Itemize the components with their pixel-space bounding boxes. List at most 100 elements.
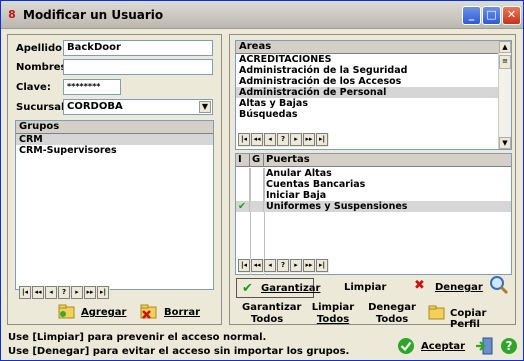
svg-text:?: ? xyxy=(506,339,513,353)
clave-input[interactable]: ******** xyxy=(63,79,121,95)
folder-icon[interactable] xyxy=(428,304,446,320)
sucursal-label: Sucursal: xyxy=(16,102,69,113)
areas-scrollbar[interactable]: ▲ ≡ ▼ xyxy=(498,41,511,149)
nav-next-button[interactable]: ▸ xyxy=(290,259,302,272)
nav-next-button[interactable]: ▸ xyxy=(71,286,83,299)
garantizar-label: Garantizar xyxy=(261,283,321,294)
table-row[interactable]: Iniciar Baja xyxy=(236,190,511,201)
deny-x-icon[interactable]: ✖ xyxy=(414,278,425,293)
denegar-todos-button[interactable]: Denegar Todos xyxy=(367,302,417,326)
exit-door-icon[interactable] xyxy=(474,336,494,356)
scroll-up-icon[interactable]: ▲ xyxy=(499,41,511,53)
help-text-limpiar: Use [Limpiar] para prevenir el acceso no… xyxy=(8,332,267,343)
nav-help-button[interactable]: ? xyxy=(58,286,70,299)
search-icon[interactable] xyxy=(489,275,509,295)
left-panel: Apellido: BackDoor Nombres: Clave: *****… xyxy=(7,34,222,325)
aceptar-button[interactable]: Aceptar xyxy=(421,341,465,352)
puertas-grid[interactable]: I G Puertas Anular Altas Cuentas Bancaria… xyxy=(235,153,512,275)
garantizar-button[interactable]: ✔ Garantizar xyxy=(236,278,320,298)
puerta-name: Iniciar Baja xyxy=(266,190,327,201)
copiar-perfil-button[interactable]: Copiar Perfil xyxy=(450,308,515,330)
puerta-name: Cuentas Bancarias xyxy=(266,179,366,190)
nav-next-page-button[interactable]: ▸▸ xyxy=(84,286,96,299)
help-icon[interactable]: ? xyxy=(500,337,518,355)
table-row[interactable]: Cuentas Bancarias xyxy=(236,179,511,190)
scroll-thumb[interactable]: ≡ xyxy=(499,55,511,69)
nav-next-button[interactable]: ▸ xyxy=(290,133,302,146)
group-cell xyxy=(250,190,264,201)
nav-help-button[interactable]: ? xyxy=(277,259,289,272)
denegar-button[interactable]: Denegar xyxy=(435,282,483,293)
areas-header: Areas xyxy=(236,41,498,54)
nav-last-button[interactable]: ▸| xyxy=(316,133,328,146)
scroll-down-icon[interactable]: ▼ xyxy=(499,137,511,149)
grant-cell[interactable] xyxy=(236,190,250,201)
nombres-input[interactable] xyxy=(63,59,213,75)
apellido-input[interactable]: BackDoor xyxy=(63,40,213,56)
maximize-button[interactable]: □ xyxy=(482,6,501,25)
nav-prev-page-button[interactable]: ◂◂ xyxy=(32,286,44,299)
nav-prev-button[interactable]: ◂ xyxy=(264,133,276,146)
apellido-label: Apellido: xyxy=(16,43,66,54)
col-puertas-header: Puertas xyxy=(266,154,310,165)
puerta-name: Anular Altas xyxy=(266,168,332,179)
nav-first-button[interactable]: |◂ xyxy=(19,286,31,299)
help-text-denegar: Use [Denegar] para evitar el acceso sin … xyxy=(8,346,350,357)
table-row[interactable]: Anular Altas xyxy=(236,168,511,179)
list-item[interactable]: Altas y Bajas xyxy=(236,98,511,109)
group-cell xyxy=(250,201,264,212)
nav-help-button[interactable]: ? xyxy=(277,133,289,146)
sucursal-select[interactable]: CORDOBA ▼ xyxy=(63,99,213,115)
close-button[interactable]: ✕ xyxy=(502,6,521,25)
minimize-button[interactable]: _ xyxy=(462,6,481,25)
nav-last-button[interactable]: ▸| xyxy=(316,259,328,272)
list-item[interactable]: Administración de los Accesos xyxy=(236,76,511,87)
nav-first-button[interactable]: |◂ xyxy=(238,259,250,272)
grupos-list[interactable]: Grupos CRM CRM-Supervisores xyxy=(15,120,214,290)
list-item[interactable]: ACREDITACIONES xyxy=(236,54,511,65)
nav-next-page-button[interactable]: ▸▸ xyxy=(303,259,315,272)
right-panel: Areas ACREDITACIONES Administración de l… xyxy=(229,34,516,330)
checkmark-icon[interactable]: ✔ xyxy=(236,201,250,212)
puerta-name: Uniformes y Suspensiones xyxy=(266,201,408,212)
grant-cell[interactable] xyxy=(236,168,250,179)
limpiar-todos-button[interactable]: Limpiar Todos xyxy=(308,302,358,326)
list-item[interactable]: CRM xyxy=(16,134,213,145)
list-item[interactable]: Búsquedas xyxy=(236,109,511,120)
puertas-navigator: |◂ ◂◂ ◂ ? ▸ ▸▸ ▸| xyxy=(238,259,329,273)
grupos-header: Grupos xyxy=(16,121,213,134)
window: 8 Modificar un Usuario _ □ ✕ Apellido: B… xyxy=(0,0,524,361)
add-folder-icon[interactable] xyxy=(58,303,76,319)
group-cell xyxy=(250,179,264,190)
nav-next-page-button[interactable]: ▸▸ xyxy=(303,133,315,146)
window-title: Modificar un Usuario xyxy=(23,8,164,22)
grupos-navigator: |◂ ◂◂ ◂ ? ▸ ▸▸ ▸| xyxy=(19,286,110,300)
list-item[interactable]: CRM-Supervisores xyxy=(16,145,213,156)
accept-check-icon[interactable] xyxy=(397,337,415,355)
sucursal-value: CORDOBA xyxy=(67,101,123,112)
chevron-down-icon[interactable]: ▼ xyxy=(199,101,211,113)
app-icon: 8 xyxy=(8,8,16,21)
limpiar-button[interactable]: Limpiar xyxy=(344,282,387,293)
table-row[interactable]: ✔ Uniformes y Suspensiones xyxy=(236,201,511,212)
grant-cell[interactable] xyxy=(236,179,250,190)
col-i-header: I xyxy=(236,154,250,166)
borrar-button[interactable]: Borrar xyxy=(164,307,200,318)
nav-prev-button[interactable]: ◂ xyxy=(45,286,57,299)
list-item[interactable]: Administración de Personal xyxy=(236,87,498,98)
delete-folder-icon[interactable] xyxy=(140,303,158,319)
areas-navigator: |◂ ◂◂ ◂ ? ▸ ▸▸ ▸| xyxy=(238,133,329,147)
group-cell xyxy=(250,168,264,179)
nav-prev-page-button[interactable]: ◂◂ xyxy=(251,259,263,272)
agregar-button[interactable]: Agregar xyxy=(81,307,126,318)
nav-prev-button[interactable]: ◂ xyxy=(264,259,276,272)
title-bar[interactable]: 8 Modificar un Usuario _ □ ✕ xyxy=(1,1,523,29)
checkmark-icon: ✔ xyxy=(242,281,253,296)
nav-first-button[interactable]: |◂ xyxy=(238,133,250,146)
list-item[interactable]: Administración de la Seguridad xyxy=(236,65,511,76)
garantizar-todos-button[interactable]: Garantizar Todos xyxy=(242,302,301,326)
puertas-header: I G Puertas xyxy=(236,154,511,167)
nav-last-button[interactable]: ▸| xyxy=(97,286,109,299)
nav-prev-page-button[interactable]: ◂◂ xyxy=(251,133,263,146)
col-g-header: G xyxy=(250,154,264,166)
